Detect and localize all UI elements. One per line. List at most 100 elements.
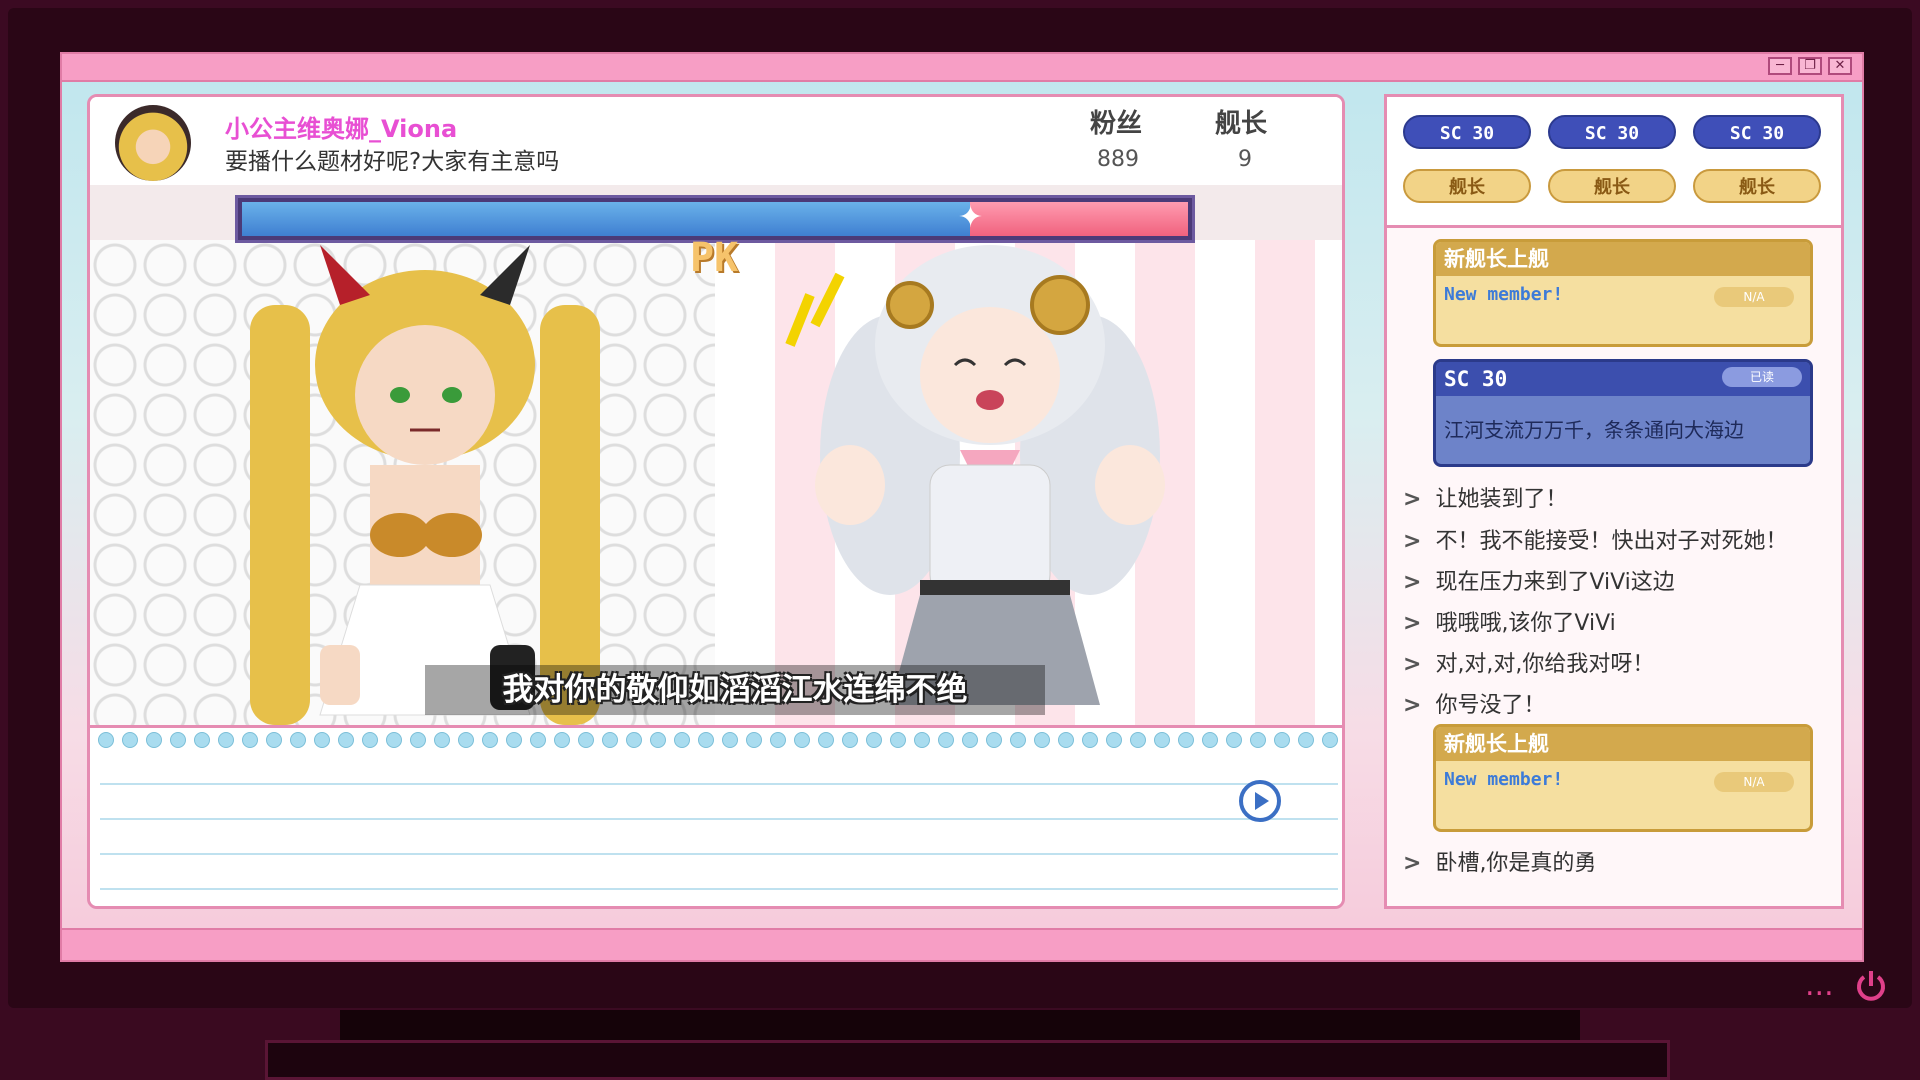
chevron-right-icon: > [1403, 611, 1422, 636]
chat-message: > 哦哦哦,该你了ViVi [1403, 605, 1616, 637]
avatar[interactable] [115, 105, 191, 181]
notebook-dot [362, 732, 378, 748]
notebook-dot [1082, 732, 1098, 748]
notebook-dot [554, 732, 570, 748]
notebook-dot [938, 732, 954, 748]
chat-text: 让她装到了！ [1435, 487, 1568, 512]
sheep-girl-character [785, 245, 1165, 705]
card-title: 新舰长上舰 [1436, 242, 1810, 276]
more-menu-icon[interactable]: ... [1805, 968, 1834, 1003]
notebook-dot [1274, 732, 1290, 748]
fans-count: 889 [1097, 147, 1139, 172]
sc-button[interactable]: SC 30 [1403, 115, 1531, 149]
notebook-dot [98, 732, 114, 748]
notebook-dot [746, 732, 762, 748]
monitor-base [265, 1040, 1670, 1080]
ruled-line [100, 818, 1338, 820]
notebook-dot [506, 732, 522, 748]
notebook-dot [1130, 732, 1146, 748]
captain-button[interactable]: 舰长 [1693, 169, 1821, 203]
notebook-dot [602, 732, 618, 748]
notebook-dot [266, 732, 282, 748]
chat-text: 不！我不能接受！快出对子对死她！ [1435, 529, 1788, 554]
close-button[interactable]: ✕ [1828, 57, 1852, 75]
gift-buttons-panel: SC 30 SC 30 SC 30 舰长 舰长 舰长 [1387, 97, 1841, 228]
notebook-dot [338, 732, 354, 748]
notebook-dot [1178, 732, 1194, 748]
notebook-dot [1154, 732, 1170, 748]
pk-stage: ✦ PK 我对你的敬仰如滔滔江水连绵不绝 [90, 185, 1342, 725]
sc-button[interactable]: SC 30 [1548, 115, 1676, 149]
minimize-button[interactable]: ─ [1768, 57, 1792, 75]
card-badge: N/A [1714, 287, 1794, 307]
chat-message: > 卧槽,你是真的勇 [1403, 845, 1596, 877]
dialogue-subtitle: 我对你的敬仰如滔滔江水连绵不绝 [425, 665, 1045, 715]
notebook-dot [314, 732, 330, 748]
power-icon[interactable] [1853, 968, 1889, 1004]
stream-window: ─ ❐ ✕ 小公主维奥娜_Viona 要播什么题材好呢?大家有主意吗 粉丝 88… [60, 52, 1864, 962]
notebook-dot [1106, 732, 1122, 748]
notebook-dot [986, 732, 1002, 748]
ruled-line [100, 853, 1338, 855]
notebook-dot [674, 732, 690, 748]
new-captain-card: 新舰长上舰 N/A New member! [1433, 239, 1813, 347]
chat-message: > 不！我不能接受！快出对子对死她！ [1403, 523, 1787, 555]
streamer-message: 要播什么题材好呢?大家有主意吗 [225, 149, 560, 175]
chevron-right-icon: > [1403, 851, 1422, 876]
captain-count: 9 [1238, 147, 1252, 172]
captain-button[interactable]: 舰长 [1548, 169, 1676, 203]
notebook-dot [578, 732, 594, 748]
notebook-dot [842, 732, 858, 748]
notebook-dot [530, 732, 546, 748]
chat-text: 现在压力来到了ViVi这边 [1435, 570, 1675, 595]
pk-left-fill [242, 202, 970, 236]
chat-message: > 你号没了！ [1403, 687, 1545, 719]
chevron-right-icon: > [1403, 693, 1422, 718]
captain-button[interactable]: 舰长 [1403, 169, 1531, 203]
demon-girl-character [250, 245, 600, 725]
notebook-dot [722, 732, 738, 748]
notebook-dot [1034, 732, 1050, 748]
notebook-dot [890, 732, 906, 748]
notebook-dot [482, 732, 498, 748]
stream-panel: 小公主维奥娜_Viona 要播什么题材好呢?大家有主意吗 粉丝 889 舰长 9… [87, 94, 1345, 909]
notebook-dot [1226, 732, 1242, 748]
replay-icon[interactable] [1237, 778, 1283, 824]
notebook-dot [434, 732, 450, 748]
chat-text: 哦哦哦,该你了ViVi [1435, 611, 1616, 636]
chevron-right-icon: > [1403, 487, 1422, 512]
chevron-right-icon: > [1403, 529, 1422, 554]
chevron-right-icon: > [1403, 652, 1422, 677]
new-captain-card: 新舰长上舰 N/A New member! [1433, 724, 1813, 832]
restore-button[interactable]: ❐ [1798, 57, 1822, 75]
fans-label: 粉丝 [1090, 109, 1143, 139]
notebook-dot [242, 732, 258, 748]
chat-message: > 让她装到了！ [1403, 481, 1567, 513]
card-title: 新舰长上舰 [1436, 727, 1810, 761]
superchat-card: SC 30 已读 江河支流万万千，条条通向大海边 [1433, 359, 1813, 467]
window-titlebar: ─ ❐ ✕ [62, 54, 1862, 82]
notebook-dot [650, 732, 666, 748]
notebook-dot [818, 732, 834, 748]
ruled-line [100, 888, 1338, 890]
window-bottombar [62, 928, 1862, 960]
chat-sidebar: SC 30 SC 30 SC 30 舰长 舰长 舰长 新舰长上舰 N/A New… [1384, 94, 1844, 909]
notebook-dot [794, 732, 810, 748]
pk-right-fill [970, 202, 1188, 236]
monitor-stand [340, 1010, 1580, 1040]
notebook-dot [458, 732, 474, 748]
notebook-dot [1058, 732, 1074, 748]
chat-message: > 现在压力来到了ViVi这边 [1403, 564, 1675, 596]
notebook-dot [1322, 732, 1338, 748]
notebook-dot [218, 732, 234, 748]
notebook-dot [866, 732, 882, 748]
sc-button[interactable]: SC 30 [1693, 115, 1821, 149]
card-body: 江河支流万万千，条条通向大海边 [1444, 418, 1744, 442]
chat-text: 你号没了！ [1435, 693, 1546, 718]
card-badge: N/A [1714, 772, 1794, 792]
captain-label: 舰长 [1215, 109, 1268, 139]
notebook-dot [386, 732, 402, 748]
chat-text: 对,对,对,你给我对呀！ [1435, 652, 1655, 677]
read-badge: 已读 [1722, 367, 1802, 387]
chat-input-area[interactable] [90, 725, 1342, 906]
